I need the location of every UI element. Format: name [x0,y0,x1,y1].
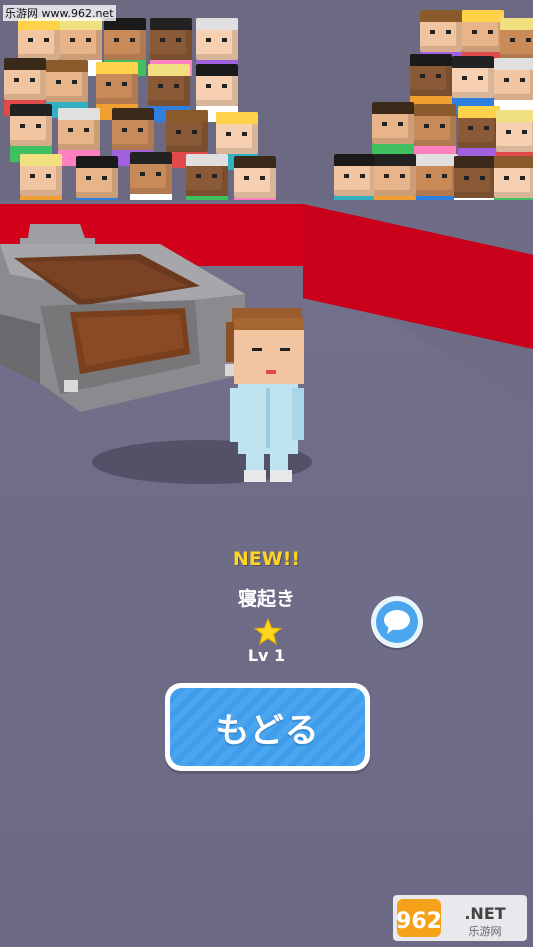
game-scene: NEW!! 寝起き Lv 1 もどる 乐游网 www.962.net 962 .… [0,0,533,947]
voxel-vehicle [0,224,245,412]
spectator-crowd [0,0,533,214]
spectator [130,152,172,210]
star-icon [254,618,282,646]
spectator [494,58,533,116]
spectator [452,56,494,114]
back-button[interactable]: もどる [165,683,370,771]
watermark-text: 乐游网 www.962.net [3,5,116,21]
spectator [234,156,276,214]
spectator [374,154,416,212]
spectator [58,108,100,166]
spectator [414,104,456,162]
spectator [186,154,228,212]
spectator [10,104,52,162]
spectator [458,106,500,164]
spectator [150,18,192,76]
watermark-logo-sub: 乐游网 [469,925,502,938]
level-label: Lv 1 [247,646,286,665]
new-badge: NEW!! [232,548,301,570]
spectator [166,110,208,168]
spectator [196,18,238,76]
spectator [104,18,146,76]
spectator [496,110,533,168]
spectator [416,154,458,212]
spectator [18,18,60,76]
spectator [420,10,462,68]
back-button-label: もどる [215,710,320,751]
spectator [410,54,452,112]
spectator [216,112,258,170]
spectator [96,62,138,120]
spectator [196,64,238,122]
spectator [494,156,533,214]
spectator [4,58,46,116]
spectator [46,60,88,118]
spectator [112,108,154,166]
spectator [454,156,496,214]
spectator [462,10,504,68]
spectator [372,102,414,160]
spectator [76,156,118,214]
spectator [334,154,376,212]
unlocked-item-name: 寝起き [237,588,295,610]
spectator [148,64,190,122]
player-character [226,308,304,482]
watermark-logo: 962 .NET 乐游网 [393,895,527,941]
watermark-logo-number: 962 [396,909,442,934]
spectator [20,154,62,212]
chat-button[interactable] [371,596,423,648]
spectator [500,18,533,76]
spectator [60,18,102,76]
chat-bubble-icon [384,610,410,634]
watermark-logo-net: .NET [464,904,505,923]
